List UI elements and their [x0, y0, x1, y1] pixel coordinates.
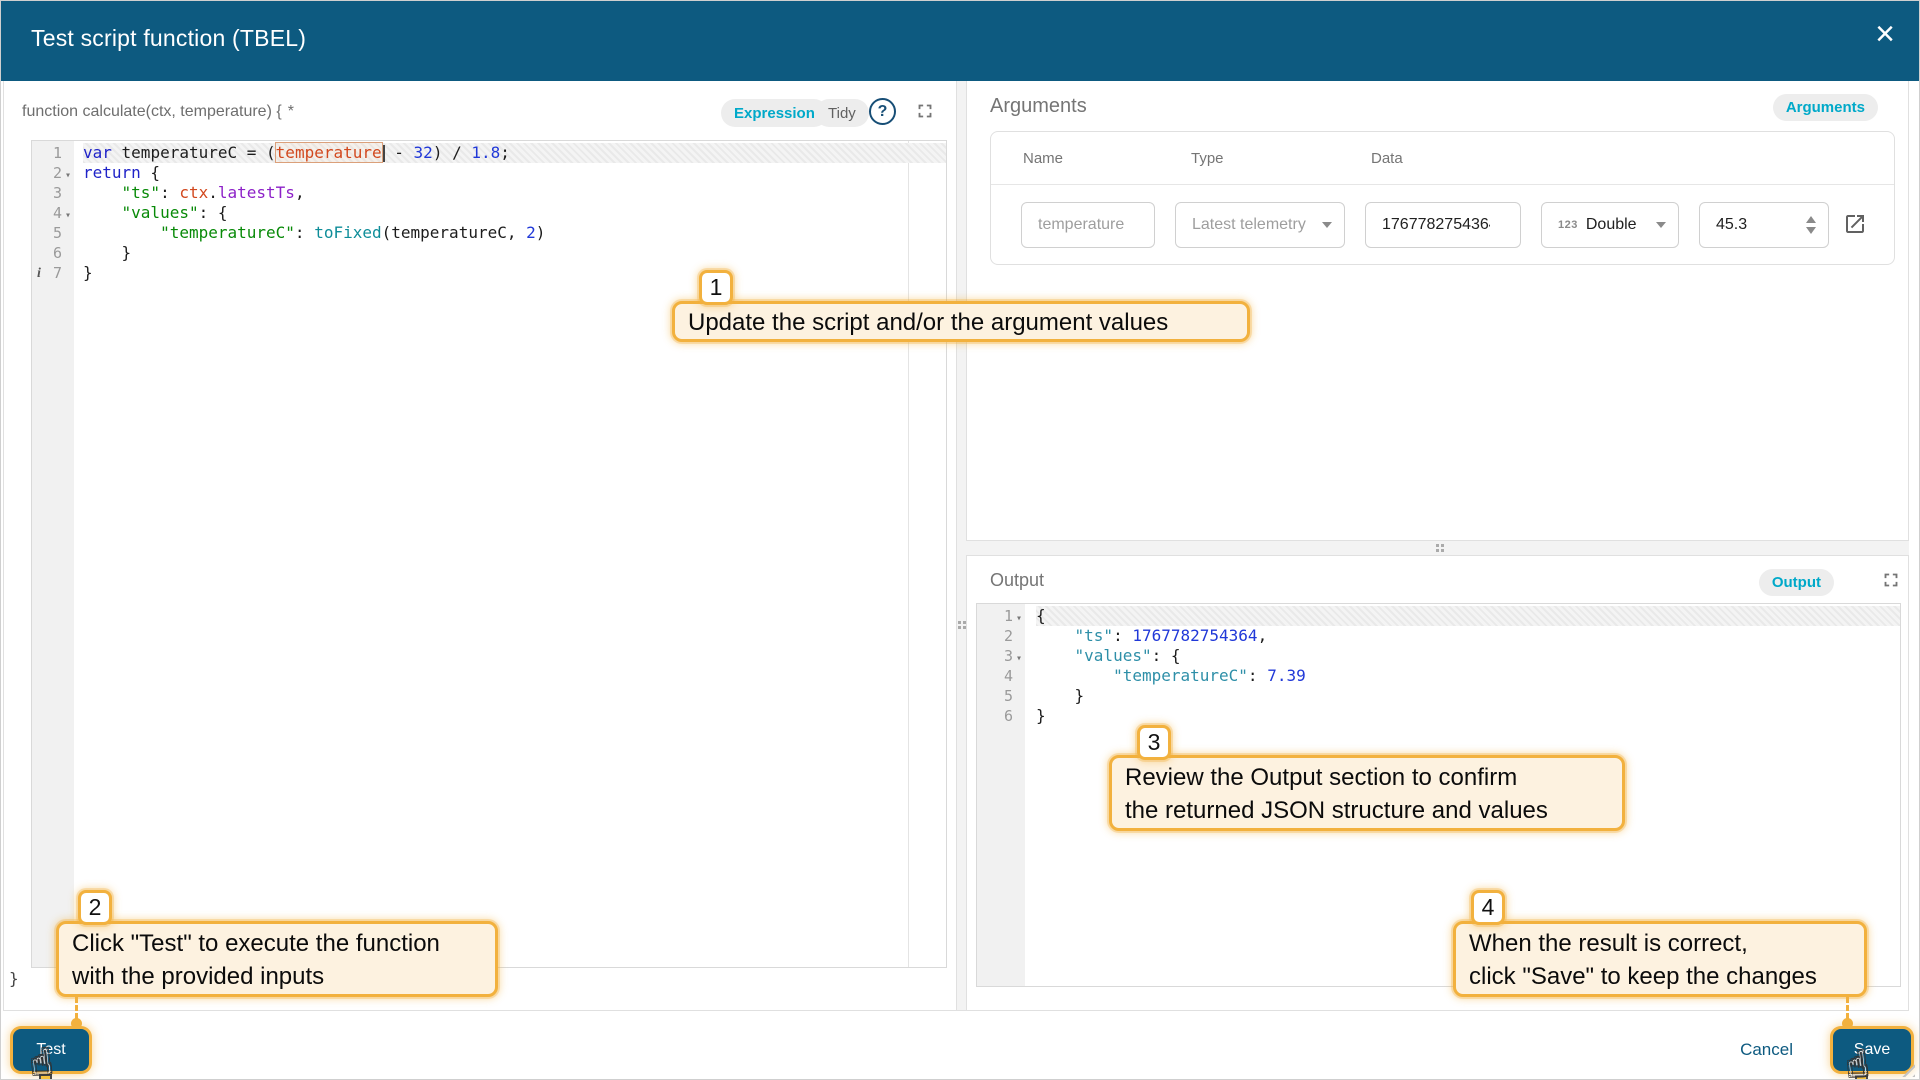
- column-header-type: Type: [1191, 150, 1224, 167]
- callout-1: Update the script and/or the argument va…: [672, 301, 1250, 342]
- dialog-header: Test script function (TBEL) ×: [1, 1, 1920, 81]
- callout-4-connector: [1846, 997, 1849, 1019]
- step-down-icon[interactable]: [1806, 227, 1816, 234]
- fullscreen-icon[interactable]: [1880, 569, 1902, 591]
- help-icon[interactable]: ?: [869, 98, 896, 125]
- callout-3-number: 3: [1137, 725, 1171, 760]
- table-header-divider: [991, 184, 1894, 185]
- pointer-cursor-icon: ☝: [29, 1042, 54, 1080]
- test-script-dialog: Test script function (TBEL) × function c…: [0, 0, 1920, 1080]
- splitter-handle-icon[interactable]: [1436, 544, 1439, 547]
- number-type-icon: 123: [1558, 219, 1578, 231]
- splitter-handle-icon[interactable]: [958, 621, 961, 624]
- callout-2-connector: [75, 997, 78, 1019]
- tidy-button[interactable]: Tidy: [815, 99, 869, 127]
- pointer-cursor-icon: ☝: [1845, 1044, 1870, 1080]
- script-code-editor[interactable]: 12▾34▾56i7 var temperatureC = (temperatu…: [31, 140, 947, 968]
- arguments-badge: Arguments: [1773, 94, 1878, 121]
- dialog-footer: Test Cancel Save: [1, 1011, 1920, 1080]
- column-header-name: Name: [1023, 150, 1063, 167]
- callout-1-number: 1: [699, 270, 733, 305]
- column-header-data: Data: [1371, 150, 1403, 167]
- callout-2-dot: [71, 1018, 82, 1029]
- signature-closing-brace: }: [9, 969, 19, 988]
- callout-4-dot: [1842, 1018, 1853, 1029]
- function-signature: function calculate(ctx, temperature) {*: [22, 103, 294, 121]
- script-editor-gutter[interactable]: 12▾34▾56i7: [32, 141, 74, 967]
- fullscreen-icon[interactable]: [914, 100, 936, 122]
- timestamp-input[interactable]: 1767782754364: [1365, 202, 1521, 248]
- horizontal-splitter[interactable]: [966, 541, 1909, 555]
- callout-2: Click "Test" to execute the function wit…: [56, 921, 498, 997]
- dialog-title: Test script function (TBEL): [31, 25, 306, 52]
- callout-4-number: 4: [1471, 890, 1505, 925]
- callout-3: Review the Output section to confirm the…: [1109, 755, 1625, 831]
- cancel-button[interactable]: Cancel: [1740, 1029, 1793, 1071]
- value-type-select[interactable]: 123 Double: [1541, 202, 1679, 248]
- output-editor-gutter: 1▾23▾456: [977, 604, 1025, 986]
- callout-2-number: 2: [78, 890, 112, 925]
- expression-badge[interactable]: Expression: [721, 99, 828, 127]
- output-badge: Output: [1759, 569, 1834, 596]
- number-stepper[interactable]: [1806, 216, 1816, 234]
- arguments-table: Name Type Data temperature Latest teleme…: [990, 131, 1895, 265]
- chevron-down-icon: [1656, 222, 1666, 228]
- argument-type-select[interactable]: Latest telemetry: [1175, 202, 1345, 248]
- arguments-heading: Arguments: [990, 95, 1087, 118]
- script-code[interactable]: var temperatureC = (temperature - 32) / …: [74, 141, 946, 967]
- callout-4: When the result is correct, click "Save"…: [1453, 921, 1867, 997]
- close-icon[interactable]: ×: [1875, 17, 1895, 51]
- open-in-new-icon[interactable]: [1843, 212, 1867, 236]
- chevron-down-icon: [1322, 222, 1332, 228]
- vertical-splitter[interactable]: [957, 81, 966, 1011]
- argument-name-field[interactable]: temperature: [1021, 202, 1155, 248]
- output-heading: Output: [990, 570, 1044, 591]
- step-up-icon[interactable]: [1806, 216, 1816, 223]
- value-input[interactable]: 45.3: [1699, 202, 1829, 248]
- required-marker: *: [288, 103, 294, 120]
